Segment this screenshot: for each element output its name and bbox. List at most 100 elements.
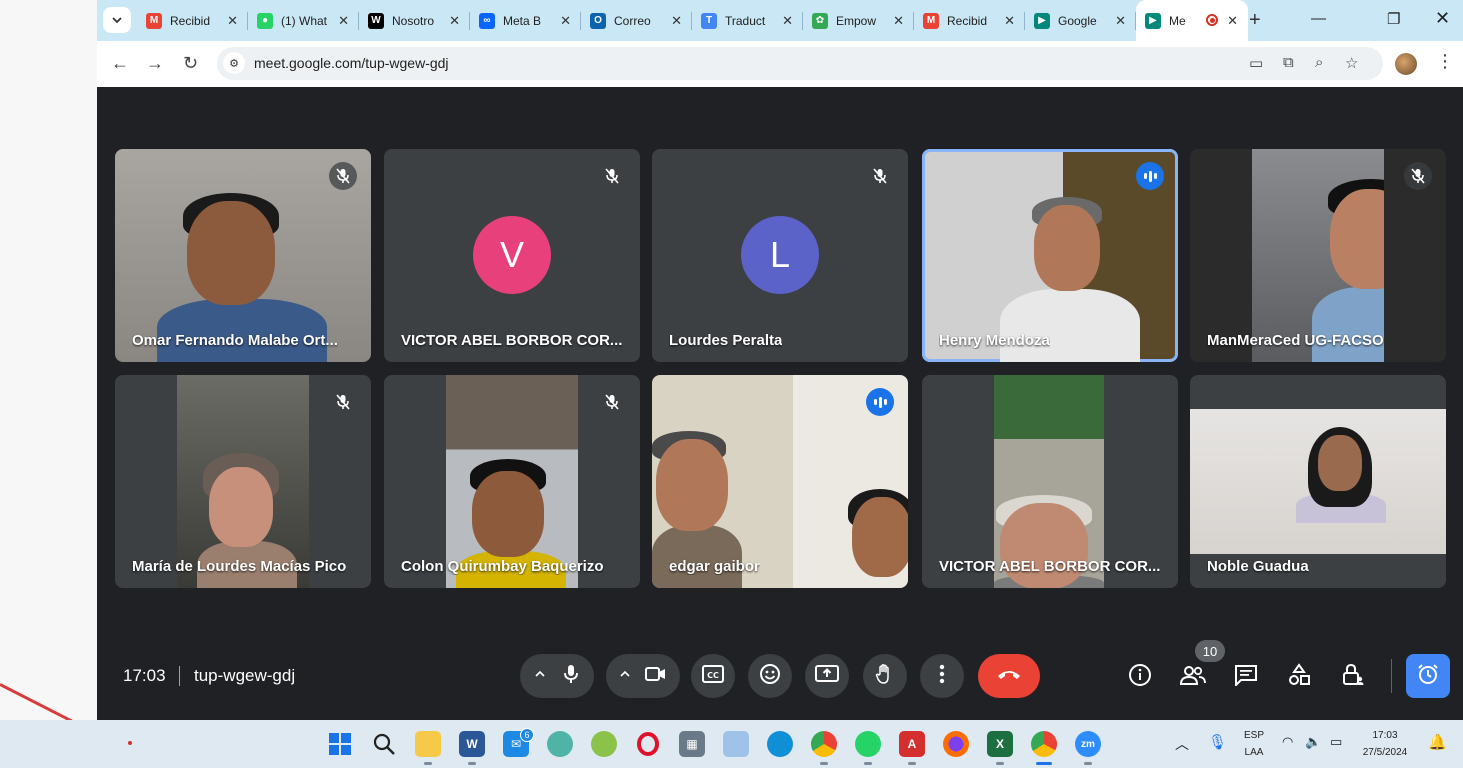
- reactions-button[interactable]: [748, 654, 792, 698]
- input-language[interactable]: ESP: [1239, 730, 1269, 741]
- bookmark-star-icon[interactable]: ☆: [1345, 54, 1358, 72]
- people-button[interactable]: [1179, 664, 1206, 690]
- participant-tile[interactable]: Omar Fernando Malabe Ort...: [115, 149, 371, 362]
- captions-button[interactable]: CC: [691, 654, 735, 698]
- battery-icon[interactable]: ▭: [1330, 734, 1342, 750]
- opera-icon[interactable]: [635, 731, 661, 757]
- chrome-icon[interactable]: [811, 731, 837, 757]
- wifi-icon[interactable]: ◠: [1282, 734, 1293, 750]
- file-explorer-icon[interactable]: [415, 731, 441, 757]
- taskbar-date[interactable]: 27/5/2024: [1360, 747, 1410, 758]
- browser-tab[interactable]: M Recibid ✕: [137, 0, 248, 41]
- start-windows-icon[interactable]: [327, 731, 353, 757]
- browser-menu-button[interactable]: ⋮: [1436, 51, 1454, 72]
- close-tab-icon[interactable]: ✕: [560, 13, 571, 29]
- present-screen-button[interactable]: [805, 654, 849, 698]
- chevron-up-icon[interactable]: [619, 667, 631, 685]
- close-tab-icon[interactable]: ✕: [1227, 13, 1238, 29]
- app-icon[interactable]: [591, 731, 617, 757]
- participant-tile[interactable]: V VICTOR ABEL BORBOR COR...: [384, 149, 640, 362]
- chevron-up-icon[interactable]: [534, 667, 546, 685]
- site-info-icon[interactable]: ⚙: [223, 52, 245, 74]
- leave-call-button[interactable]: [978, 654, 1040, 698]
- open-in-window-icon[interactable]: ⧉: [1283, 54, 1294, 71]
- speaking-indicator-icon: [1136, 162, 1164, 190]
- participant-tile[interactable]: Henry Mendoza: [922, 149, 1178, 362]
- excel-icon[interactable]: X: [987, 731, 1013, 757]
- close-tab-icon[interactable]: ✕: [782, 13, 793, 29]
- microphone-icon[interactable]: 🎙: [1208, 733, 1227, 751]
- close-tab-icon[interactable]: ✕: [449, 13, 460, 29]
- participant-tile[interactable]: Colon Quirumbay Baquerizo: [384, 375, 640, 588]
- participant-tile[interactable]: ManMeraCed UG-FACSO: [1190, 149, 1446, 362]
- edge-icon[interactable]: [767, 731, 793, 757]
- address-bar[interactable]: ⚙ meet.google.com/tup-wgew-gdj ▭ ⧉ ⌕ ☆: [217, 47, 1383, 80]
- acrobat-icon[interactable]: A: [899, 731, 925, 757]
- hand-icon: [875, 663, 895, 690]
- raise-hand-button[interactable]: [863, 654, 907, 698]
- meeting-details-button[interactable]: [1127, 663, 1153, 690]
- participant-tile[interactable]: Noble Guadua: [1190, 375, 1446, 588]
- maximize-button[interactable]: ❐: [1387, 10, 1400, 28]
- browser-tab[interactable]: ✿ Empow ✕: [803, 0, 914, 41]
- back-button[interactable]: ←: [111, 53, 129, 74]
- people-count-badge: 10: [1195, 640, 1225, 662]
- chevron-up-icon[interactable]: ︿: [1175, 734, 1189, 754]
- participant-tile[interactable]: edgar gaibor: [652, 375, 908, 588]
- browser-tab[interactable]: ▶ Google ✕: [1025, 0, 1136, 41]
- firefox-icon[interactable]: [943, 731, 969, 757]
- reload-button[interactable]: ↻: [183, 53, 198, 74]
- forward-button[interactable]: →: [146, 53, 164, 74]
- tab-search-button[interactable]: [103, 7, 131, 33]
- notification-bell-icon[interactable]: 🔔: [1428, 733, 1447, 751]
- minimize-button[interactable]: —: [1311, 10, 1326, 27]
- participant-tile[interactable]: L Lourdes Peralta: [652, 149, 908, 362]
- tab-title: Nosotro: [392, 13, 435, 28]
- browser-tab[interactable]: M Recibid ✕: [914, 0, 1025, 41]
- running-indicator: [996, 762, 1004, 765]
- close-window-button[interactable]: ✕: [1435, 8, 1450, 29]
- maps-globe-icon[interactable]: [547, 731, 573, 757]
- chat-button[interactable]: [1233, 664, 1259, 690]
- close-tab-icon[interactable]: ✕: [671, 13, 682, 29]
- close-tab-icon[interactable]: ✕: [1115, 13, 1126, 29]
- participant-name: Omar Fernando Malabe Ort...: [132, 332, 338, 349]
- close-tab-icon[interactable]: ✕: [227, 13, 238, 29]
- close-tab-icon[interactable]: ✕: [338, 13, 349, 29]
- participant-tile[interactable]: VICTOR ABEL BORBOR COR...: [922, 375, 1178, 588]
- zoom-icon[interactable]: zm: [1075, 731, 1101, 757]
- chat-icon: [1234, 664, 1258, 691]
- browser-tab[interactable]: W Nosotro ✕: [359, 0, 470, 41]
- profile-avatar[interactable]: [1395, 53, 1417, 75]
- calculator-icon[interactable]: ▦: [679, 731, 705, 757]
- close-tab-icon[interactable]: ✕: [893, 13, 904, 29]
- microphone-icon[interactable]: [562, 664, 580, 689]
- camera-icon[interactable]: [645, 666, 667, 687]
- camera-control[interactable]: [606, 654, 680, 698]
- chrome-icon[interactable]: [1031, 731, 1057, 757]
- browser-tab[interactable]: T Traduct ✕: [692, 0, 803, 41]
- host-controls-button[interactable]: [1340, 663, 1366, 690]
- app-icon[interactable]: [723, 731, 749, 757]
- camera-in-use-icon[interactable]: ▭: [1249, 54, 1263, 72]
- muted-microphone-icon: [329, 162, 357, 190]
- search-icon[interactable]: [371, 731, 397, 757]
- more-options-button[interactable]: [920, 654, 964, 698]
- browser-tab[interactable]: ▶ Me ✕: [1136, 0, 1248, 41]
- participant-video: [1190, 409, 1446, 554]
- browser-tab[interactable]: ● (1) What ✕: [248, 0, 359, 41]
- new-tab-button[interactable]: +: [1249, 9, 1261, 32]
- volume-icon[interactable]: 🔈: [1305, 734, 1321, 750]
- participant-tile[interactable]: María de Lourdes Macías Pico: [115, 375, 371, 588]
- word-icon[interactable]: W: [459, 731, 485, 757]
- whatsapp-icon[interactable]: [855, 731, 881, 757]
- browser-tab[interactable]: ∞ Meta B ✕: [470, 0, 581, 41]
- meet-stage: Omar Fernando Malabe Ort... V VICTOR ABEL …: [97, 87, 1463, 720]
- close-tab-icon[interactable]: ✕: [1004, 13, 1015, 29]
- taskbar-time[interactable]: 17:03: [1360, 730, 1410, 741]
- timer-button[interactable]: [1406, 654, 1450, 698]
- browser-tab[interactable]: O Correo ✕: [581, 0, 692, 41]
- zoom-icon[interactable]: ⌕: [1315, 54, 1323, 71]
- microphone-control[interactable]: [520, 654, 594, 698]
- activities-button[interactable]: [1286, 662, 1312, 690]
